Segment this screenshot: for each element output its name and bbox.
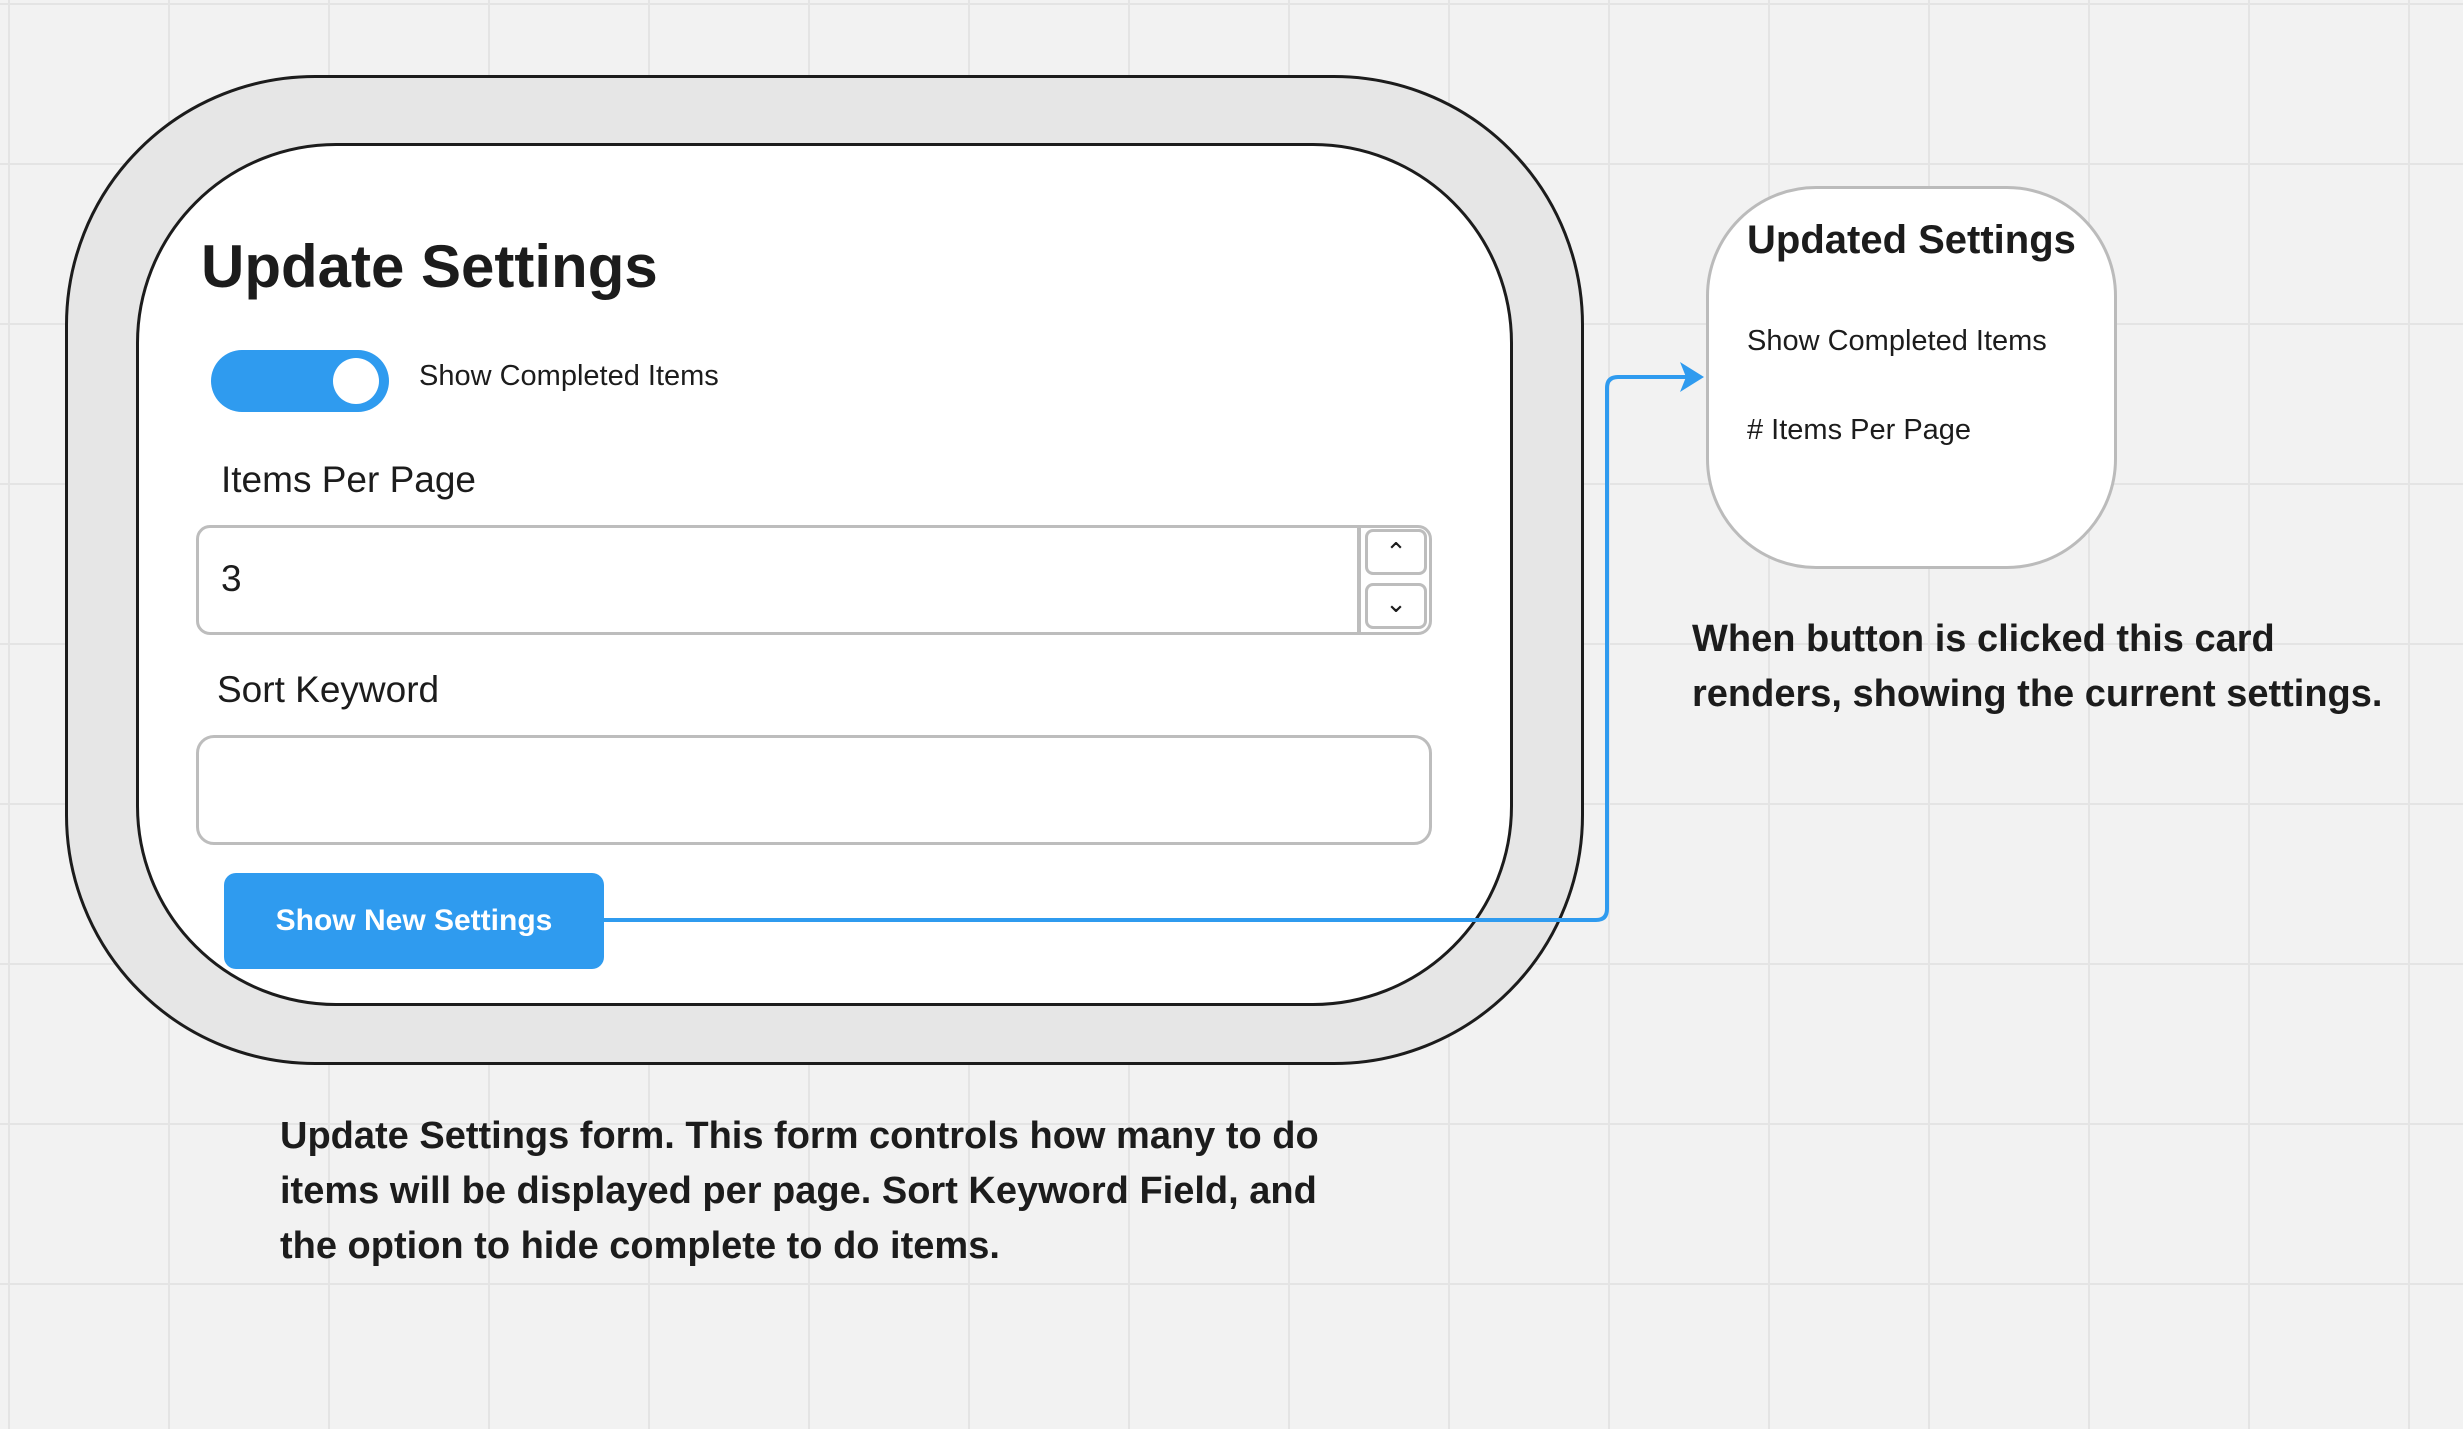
form-note: Update Settings form. This form controls… <box>280 1115 1319 1267</box>
result-card-note: When button is clicked this card renders… <box>1692 618 2383 715</box>
items-per-page-text: # Items Per Page <box>1747 414 1972 446</box>
updated-settings-title: Updated Settings <box>1747 218 2076 262</box>
show-completed-text: Show Completed Items <box>1747 325 2047 357</box>
